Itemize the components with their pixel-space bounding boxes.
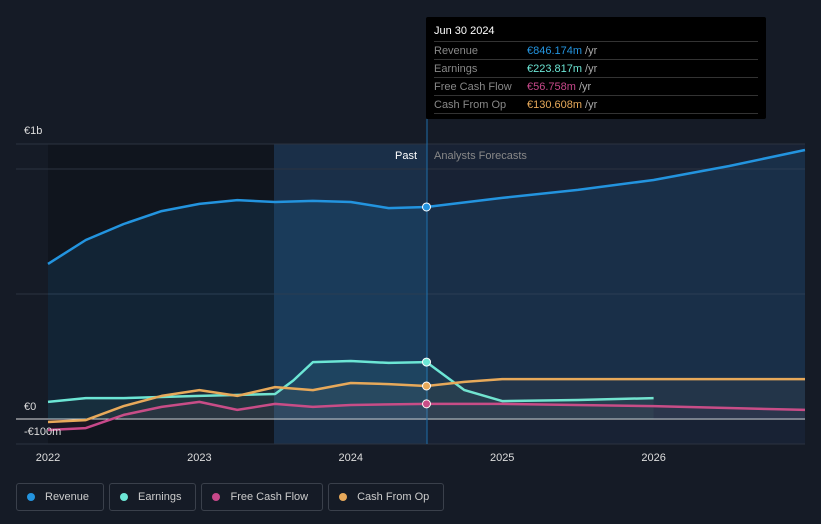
tooltip: Jun 30 2024 Revenue €846.174m/yr Earnings €… xyxy=(426,17,766,119)
tooltip-label: Free Cash Flow xyxy=(434,80,512,93)
tooltip-unit: /yr xyxy=(585,62,598,75)
legend-item[interactable]: Free Cash Flow xyxy=(201,483,324,511)
x-tick-label: 2024 xyxy=(339,452,363,464)
legend-label: Earnings xyxy=(138,491,182,503)
y-tick-label: €1b xyxy=(24,125,43,137)
tooltip-unit: /yr xyxy=(585,98,598,111)
x-tick-label: 2026 xyxy=(641,452,665,464)
x-tick-label: 2025 xyxy=(490,452,514,464)
x-tick-label: 2023 xyxy=(187,452,211,464)
legend-item[interactable]: Cash From Op xyxy=(328,483,445,511)
hover-point xyxy=(422,381,431,391)
tooltip-value: €130.608m xyxy=(527,98,583,111)
tooltip-date: Jun 30 2024 xyxy=(434,25,495,37)
forecast-label: Analysts Forecasts xyxy=(434,150,527,162)
x-tick-label: 2022 xyxy=(36,452,60,464)
legend-dot-icon xyxy=(339,493,348,501)
legend-label: Revenue xyxy=(45,491,90,503)
tooltip-value: €223.817m xyxy=(527,62,583,75)
legend-dot-icon xyxy=(120,493,129,501)
legend-item[interactable]: Revenue xyxy=(16,483,105,511)
legend-item[interactable]: Earnings xyxy=(109,483,197,511)
past-label: Past xyxy=(395,150,418,162)
hover-point xyxy=(422,202,431,212)
tooltip-row: Free Cash Flow €56.758m/yr xyxy=(434,77,758,95)
legend-dot-icon xyxy=(212,493,221,501)
tooltip-value: €846.174m xyxy=(527,44,583,57)
legend-label: Cash From Op xyxy=(357,491,430,503)
tooltip-unit: /yr xyxy=(585,44,598,57)
tooltip-row: Revenue €846.174m/yr xyxy=(434,41,758,59)
tooltip-unit: /yr xyxy=(578,80,592,93)
y-tick-label: €0 xyxy=(24,401,37,413)
tooltip-label: Earnings xyxy=(434,62,478,75)
tooltip-value: €56.758m xyxy=(527,80,576,93)
y-tick-label: -€100m xyxy=(24,426,62,438)
tooltip-row: Cash From Op €130.608m/yr xyxy=(434,95,758,114)
legend-label: Free Cash Flow xyxy=(230,491,309,503)
legend-dot-icon xyxy=(27,493,35,501)
tooltip-row: Earnings €223.817m/yr xyxy=(434,59,758,77)
legend: Revenue Earnings Free Cash Flow Cash From O… xyxy=(16,483,445,511)
tooltip-label: Cash From Op xyxy=(434,98,507,111)
tooltip-label: Revenue xyxy=(434,44,479,57)
hover-point xyxy=(422,357,431,367)
